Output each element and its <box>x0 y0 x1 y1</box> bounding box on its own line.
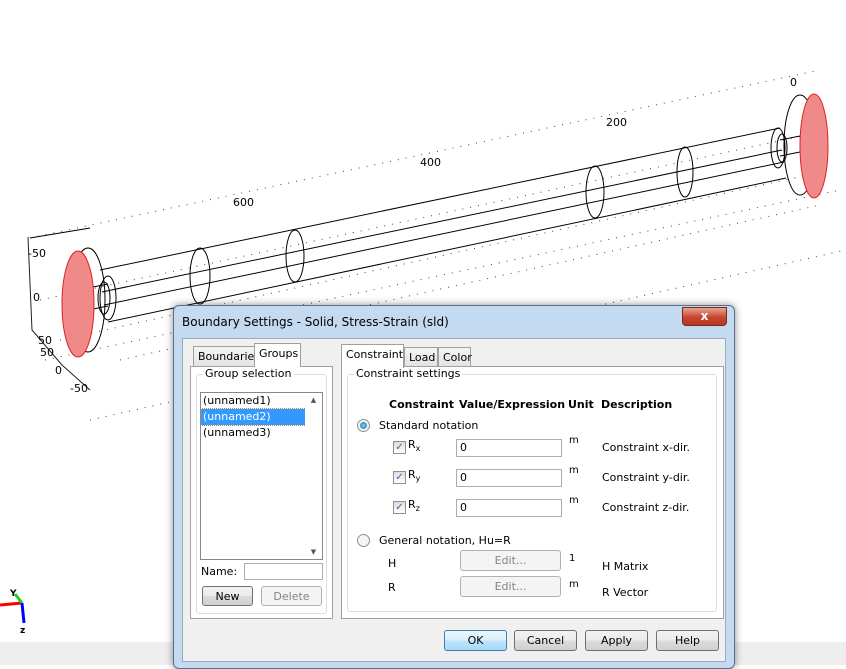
list-scrollbar[interactable]: ▲ ▼ <box>305 393 322 559</box>
ry-unit: m <box>569 465 579 476</box>
axis-label: 0 <box>55 364 62 377</box>
axis-label: 400 <box>420 156 441 169</box>
ry-label: Ry <box>408 468 421 484</box>
tab-constraint[interactable]: Constraint <box>341 344 404 368</box>
constraint-panel: Constraint settings Constraint Value/Exp… <box>341 366 724 619</box>
tab-groups[interactable]: Groups <box>254 343 301 367</box>
scroll-up-icon[interactable]: ▲ <box>305 396 322 404</box>
selected-boundary-left[interactable] <box>61 250 95 358</box>
general-notation-label: General notation, Hu=R <box>379 534 511 547</box>
constraint-settings-fieldset: Constraint settings Constraint Value/Exp… <box>347 367 717 612</box>
standard-notation-radio[interactable] <box>357 419 370 432</box>
h-description: H Matrix <box>602 560 649 573</box>
header-constraint: Constraint <box>389 398 454 411</box>
rz-unit: m <box>569 495 579 506</box>
r-label: R <box>388 581 396 594</box>
group-selection-legend: Group selection <box>203 367 294 380</box>
h-unit: 1 <box>569 553 576 564</box>
header-unit: Unit <box>568 398 594 411</box>
edit-h-button[interactable]: Edit... <box>460 550 561 571</box>
cancel-button[interactable]: Cancel <box>514 630 577 651</box>
rz-value-input[interactable]: 0 <box>456 499 562 517</box>
dialog-body: Boundaries Groups Group selection (unnam… <box>182 338 726 662</box>
axis-label: 0 <box>33 291 40 304</box>
list-item[interactable]: (unnamed3) <box>201 425 322 441</box>
constraint-settings-legend: Constraint settings <box>354 367 463 380</box>
new-button[interactable]: New <box>202 586 253 606</box>
group-list[interactable]: (unnamed1) (unnamed2) (unnamed3) ▲ ▼ <box>200 392 323 560</box>
help-button[interactable]: Help <box>656 630 719 651</box>
scroll-down-icon[interactable]: ▼ <box>305 548 322 556</box>
name-input[interactable] <box>244 563 323 580</box>
axis-label: 0 <box>790 76 797 89</box>
dialog-title: Boundary Settings - Solid, Stress-Strain… <box>182 315 449 329</box>
rx-value-input[interactable]: 0 <box>456 439 562 457</box>
triad-y-label: Y <box>10 589 17 599</box>
rx-unit: m <box>569 435 579 446</box>
ok-button[interactable]: OK <box>444 630 507 651</box>
list-item-selected[interactable]: (unnamed2) <box>200 408 323 426</box>
triad-z-label: z <box>20 626 26 636</box>
ry-description: Constraint y-dir. <box>602 471 690 484</box>
ry-value-input[interactable]: 0 <box>456 469 562 487</box>
header-value: Value/Expression <box>459 398 566 411</box>
axis-label: 200 <box>606 116 627 129</box>
rx-description: Constraint x-dir. <box>602 441 691 454</box>
axis-label: -50 <box>28 247 46 260</box>
rz-checkbox[interactable]: ✓ <box>393 501 406 514</box>
delete-button[interactable]: Delete <box>261 586 322 606</box>
ry-checkbox[interactable]: ✓ <box>393 471 406 484</box>
r-unit: m <box>569 579 579 590</box>
rx-label: Rx <box>408 438 421 454</box>
tab-boundaries[interactable]: Boundaries <box>193 346 260 367</box>
axis-label: -50 <box>70 382 88 395</box>
header-description: Description <box>601 398 673 411</box>
r-description: R Vector <box>602 586 649 599</box>
axis-label: 600 <box>233 196 254 209</box>
close-button[interactable]: x <box>682 307 727 326</box>
boundary-settings-dialog: Boundary Settings - Solid, Stress-Strain… <box>173 305 735 669</box>
tab-load[interactable]: Load <box>404 347 438 366</box>
apply-button[interactable]: Apply <box>585 630 648 651</box>
selected-boundary-right[interactable] <box>799 93 829 199</box>
group-selection-fieldset: Group selection (unnamed1) (unnamed2) (u… <box>196 367 327 614</box>
list-item[interactable]: (unnamed1) <box>201 393 322 409</box>
edit-r-button[interactable]: Edit... <box>460 576 561 597</box>
tab-color[interactable]: Color <box>438 347 472 366</box>
axis-label: 50 <box>40 346 54 359</box>
rz-description: Constraint z-dir. <box>602 501 690 514</box>
rz-label: Rz <box>408 498 420 514</box>
general-notation-radio[interactable] <box>357 534 370 547</box>
name-label: Name: <box>201 565 238 578</box>
groups-panel: Group selection (unnamed1) (unnamed2) (u… <box>190 366 333 619</box>
h-label: H <box>388 557 397 570</box>
rx-checkbox[interactable]: ✓ <box>393 441 406 454</box>
standard-notation-label: Standard notation <box>379 419 479 432</box>
